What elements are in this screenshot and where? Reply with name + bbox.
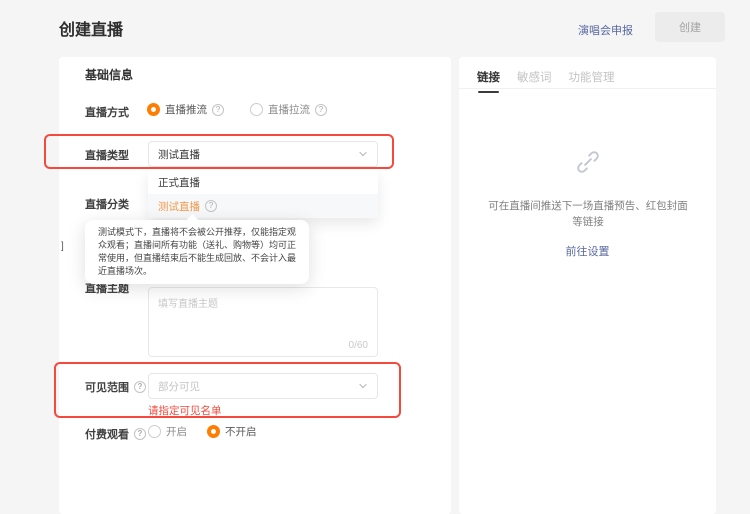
radio-option-disable[interactable]: 不开启 — [207, 424, 257, 439]
help-icon[interactable] — [205, 200, 217, 212]
create-button[interactable]: 创建 — [655, 12, 725, 42]
help-icon[interactable] — [134, 381, 146, 393]
dropdown-option-label: 测试直播 — [158, 200, 200, 213]
stream-type-label: 直播类型 — [85, 147, 129, 163]
stream-topic-textarea-box: 0/60 — [148, 287, 378, 357]
help-icon[interactable] — [134, 428, 146, 440]
stream-type-selected-value: 测试直播 — [158, 148, 200, 161]
stream-type-dropdown-menu: 正式直播 测试直播 — [148, 170, 378, 218]
tab-feature-management[interactable]: 功能管理 — [569, 69, 615, 96]
radio-label: 不开启 — [225, 426, 257, 438]
link-tools-panel — [459, 57, 716, 514]
dropdown-option-test-live[interactable]: 测试直播 — [148, 194, 378, 218]
stream-type-label-text: 直播类型 — [85, 150, 129, 162]
radio-label: 开启 — [166, 426, 187, 438]
concert-report-link[interactable]: 演唱会申报 — [578, 22, 633, 38]
right-panel-tabs: 链接 敏感词 功能管理 — [477, 69, 615, 96]
stream-category-label-text: 直播分类 — [85, 199, 129, 211]
section-title-basic-info: 基础信息 — [85, 68, 134, 82]
paid-view-radio-group: 开启 不开启 — [148, 424, 257, 439]
radio-unselected-icon[interactable] — [250, 103, 263, 116]
char-counter: 0/60 — [348, 340, 368, 351]
tab-divider — [459, 88, 716, 89]
radio-option-enable[interactable]: 开启 — [148, 424, 187, 439]
chevron-down-icon — [359, 151, 367, 157]
radio-label: 直播推流 — [165, 104, 207, 116]
radio-selected-icon[interactable] — [147, 103, 160, 116]
obscured-label-fragment: ] — [61, 241, 64, 252]
stream-method-label-text: 直播方式 — [85, 107, 129, 119]
dropdown-option-label: 正式直播 — [158, 176, 200, 189]
help-icon[interactable] — [315, 103, 327, 116]
radio-label: 直播拉流 — [268, 104, 310, 116]
page-title: 创建直播 — [59, 22, 124, 39]
stream-topic-input[interactable] — [149, 288, 377, 338]
stream-method-radio-group: 直播推流 直播拉流 — [147, 102, 327, 117]
visibility-label: 可见范围 — [85, 379, 146, 395]
link-panel-description: 可在直播间推送下一场直播预告、红包封面等链接 — [488, 200, 688, 228]
help-icon[interactable] — [212, 103, 224, 116]
create-live-page: 创建直播 演唱会申报 创建 基础信息 直播方式 直播推流 直播拉流 直播类型 测… — [0, 0, 750, 514]
radio-unselected-icon[interactable] — [148, 425, 161, 438]
chain-link-icon — [574, 148, 602, 181]
visibility-error-message: 请指定可见名单 — [148, 405, 222, 417]
paid-view-label: 付费观看 — [85, 426, 146, 442]
visibility-label-text: 可见范围 — [85, 382, 129, 394]
visibility-selected-value: 部分可见 — [158, 380, 200, 393]
stream-category-label: 直播分类 — [85, 196, 129, 212]
paid-view-label-text: 付费观看 — [85, 429, 129, 441]
stream-method-label: 直播方式 — [85, 104, 129, 120]
dropdown-option-formal-live[interactable]: 正式直播 — [148, 170, 378, 194]
radio-selected-icon[interactable] — [207, 425, 220, 438]
go-to-settings-link[interactable]: 前往设置 — [459, 243, 716, 259]
chevron-down-icon — [359, 383, 367, 389]
tab-sensitive-words[interactable]: 敏感词 — [517, 69, 552, 96]
stream-type-select[interactable]: 测试直播 — [148, 141, 378, 167]
tab-links[interactable]: 链接 — [477, 69, 500, 96]
visibility-select[interactable]: 部分可见 — [148, 373, 378, 399]
test-mode-tooltip: 测试模式下，直播将不会被公开推荐，仅能指定观众观看；直播间所有功能（送礼、购物等… — [85, 220, 309, 284]
radio-option-pull-stream[interactable]: 直播拉流 — [250, 102, 327, 117]
radio-option-push-stream[interactable]: 直播推流 — [147, 102, 224, 117]
